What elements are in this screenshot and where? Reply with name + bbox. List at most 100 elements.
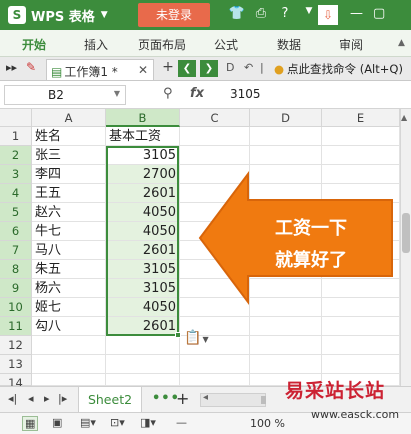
dropdown-icon[interactable]: ▼	[300, 6, 318, 21]
scroll-up-icon[interactable]: ▲	[401, 113, 407, 122]
cell-d13[interactable]	[250, 355, 322, 374]
new-tab-icon[interactable]: +	[160, 59, 176, 77]
cell-a9[interactable]: 杨六	[32, 279, 106, 298]
cell-b11[interactable]: 2601	[106, 317, 180, 336]
scroll-thumb[interactable]	[261, 396, 266, 404]
download-icon[interactable]: ⇩	[318, 5, 338, 25]
command-search[interactable]: ● 点此查找命令 (Alt+Q)	[274, 61, 403, 77]
d-icon[interactable]: D	[226, 61, 234, 74]
cell-b3[interactable]: 2700	[106, 165, 180, 184]
cell-a11[interactable]: 勾八	[32, 317, 106, 336]
sheet-tab-sheet2[interactable]: Sheet2	[78, 387, 142, 413]
row-header[interactable]: 8	[0, 260, 32, 279]
tab-start[interactable]: 开始	[22, 36, 46, 53]
cell-b1[interactable]: 基本工资	[106, 127, 180, 146]
eye-protection-icon[interactable]: ◨▾	[140, 416, 156, 429]
forward-arrow-icon[interactable]: ❯	[200, 60, 218, 77]
pin-icon[interactable]: ✎	[26, 60, 36, 74]
next-sheet-icon[interactable]: ▸	[44, 392, 50, 405]
cell-a10[interactable]: 姬七	[32, 298, 106, 317]
cell-b13[interactable]	[106, 355, 180, 374]
cell-c2[interactable]	[180, 146, 250, 165]
cell-e12[interactable]	[322, 336, 400, 355]
cell-a13[interactable]	[32, 355, 106, 374]
zoom-search-icon[interactable]: ⚲	[163, 86, 173, 101]
row-header[interactable]: 5	[0, 203, 32, 222]
row-header[interactable]: 10	[0, 298, 32, 317]
formula-input[interactable]: 3105	[230, 87, 261, 101]
fx-icon[interactable]: fx	[190, 86, 204, 101]
close-icon[interactable]: ✕	[138, 63, 148, 77]
zoom-out-icon[interactable]: —	[176, 416, 187, 429]
cell-e13[interactable]	[322, 355, 400, 374]
cell-b8[interactable]: 3105	[106, 260, 180, 279]
chevron-up-icon[interactable]: ▲	[398, 38, 405, 48]
cell-b7[interactable]: 2601	[106, 241, 180, 260]
cell-c1[interactable]	[180, 127, 250, 146]
row-header[interactable]: 13	[0, 355, 32, 374]
tab-data[interactable]: 数据	[277, 36, 301, 53]
row-header[interactable]: 14	[0, 374, 32, 390]
row-header[interactable]: 4	[0, 184, 32, 203]
row-header[interactable]: 6	[0, 222, 32, 241]
app-menu-button[interactable]: S WPS 表格 ▼	[8, 5, 108, 25]
cell-e2[interactable]	[322, 146, 400, 165]
row-header[interactable]: 7	[0, 241, 32, 260]
scroll-left-icon[interactable]: ◂	[203, 392, 208, 403]
cell-a5[interactable]: 赵六	[32, 203, 106, 222]
cell-a3[interactable]: 李四	[32, 165, 106, 184]
cell-a2[interactable]: 张三	[32, 146, 106, 165]
row-header[interactable]: 11	[0, 317, 32, 336]
column-header-c[interactable]: C	[180, 109, 250, 127]
cell-d12[interactable]	[250, 336, 322, 355]
help-icon[interactable]: ?	[276, 6, 294, 21]
row-header[interactable]: 1	[0, 127, 32, 146]
cell-a8[interactable]: 朱五	[32, 260, 106, 279]
select-all-corner[interactable]	[0, 109, 32, 127]
chevron-down-icon[interactable]: ▼	[114, 89, 120, 98]
back-arrow-icon[interactable]: ❮	[178, 60, 196, 77]
prev-sheet-icon[interactable]: ◂	[28, 392, 34, 405]
add-sheet-icon[interactable]: +	[176, 389, 189, 408]
cell-b2[interactable]: 3105	[106, 146, 180, 165]
document-tab[interactable]: ▤ 工作簿1 * ✕	[46, 59, 154, 80]
fill-handle[interactable]	[175, 332, 181, 338]
column-header-b[interactable]: B	[106, 109, 180, 127]
cell-a14[interactable]	[32, 374, 106, 386]
cell-b4[interactable]: 2601	[106, 184, 180, 203]
cell-b5[interactable]: 4050	[106, 203, 180, 222]
tab-formulas[interactable]: 公式	[214, 36, 238, 53]
cell-a1[interactable]: 姓名	[32, 127, 106, 146]
page-break-icon[interactable]: ▤▾	[80, 416, 96, 429]
column-header-e[interactable]: E	[322, 109, 400, 127]
login-button[interactable]: 未登录	[138, 3, 210, 27]
cell-d2[interactable]	[250, 146, 322, 165]
restore-icon[interactable]: ▢	[373, 6, 385, 21]
paste-options-button[interactable]: 📋▼	[184, 330, 209, 346]
shirt-icon[interactable]: 👕	[228, 6, 246, 21]
row-header[interactable]: 3	[0, 165, 32, 184]
column-header-d[interactable]: D	[250, 109, 322, 127]
cell-a6[interactable]: 牛七	[32, 222, 106, 241]
name-box[interactable]: B2 ▼	[4, 85, 126, 105]
vertical-scrollbar[interactable]: ▲	[400, 109, 411, 386]
cell-d1[interactable]	[250, 127, 322, 146]
cell-b14[interactable]	[106, 374, 180, 386]
scroll-thumb[interactable]	[402, 213, 410, 253]
row-header[interactable]: 2	[0, 146, 32, 165]
row-header[interactable]: 12	[0, 336, 32, 355]
tab-review[interactable]: 审阅	[339, 36, 363, 53]
expand-icon[interactable]: ▸▸	[6, 61, 17, 74]
undo-icon[interactable]: ↶	[244, 61, 253, 74]
cell-d11[interactable]	[250, 317, 322, 336]
cell-e11[interactable]	[322, 317, 400, 336]
cell-a7[interactable]: 马八	[32, 241, 106, 260]
cell-a12[interactable]	[32, 336, 106, 355]
cell-c14[interactable]	[180, 374, 250, 386]
reading-mode-icon[interactable]: ⊡▾	[110, 416, 125, 429]
cell-c13[interactable]	[180, 355, 250, 374]
cell-e1[interactable]	[322, 127, 400, 146]
zoom-level[interactable]: 100 %	[250, 417, 285, 430]
row-header[interactable]: 9	[0, 279, 32, 298]
cell-b10[interactable]: 4050	[106, 298, 180, 317]
